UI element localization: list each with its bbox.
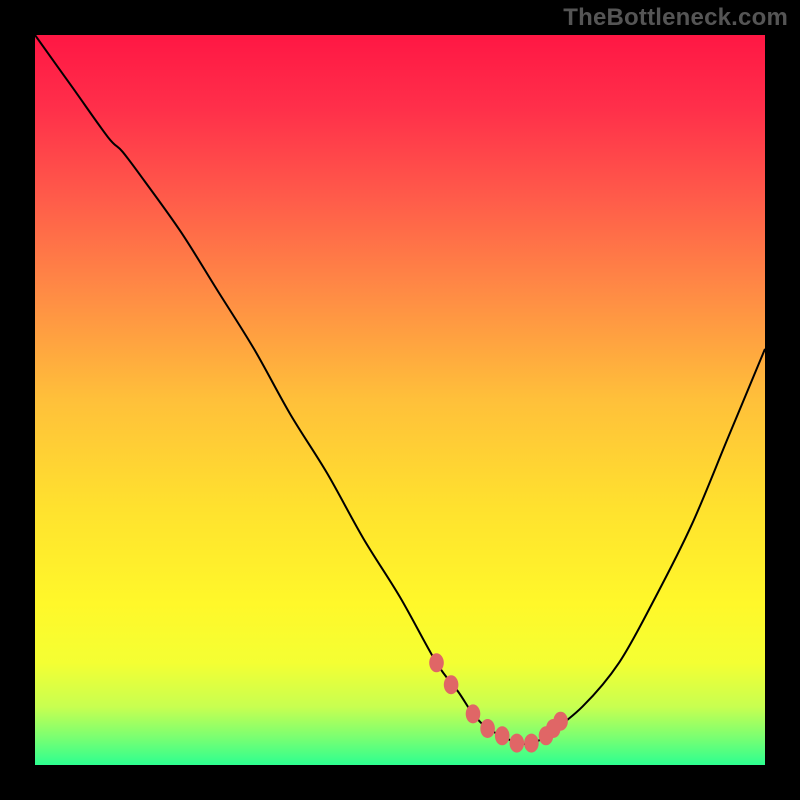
watermark-label: TheBottleneck.com xyxy=(563,4,788,32)
gradient-background xyxy=(35,35,765,765)
chart-frame: TheBottleneck.com xyxy=(0,0,800,800)
plot-area xyxy=(35,35,765,765)
